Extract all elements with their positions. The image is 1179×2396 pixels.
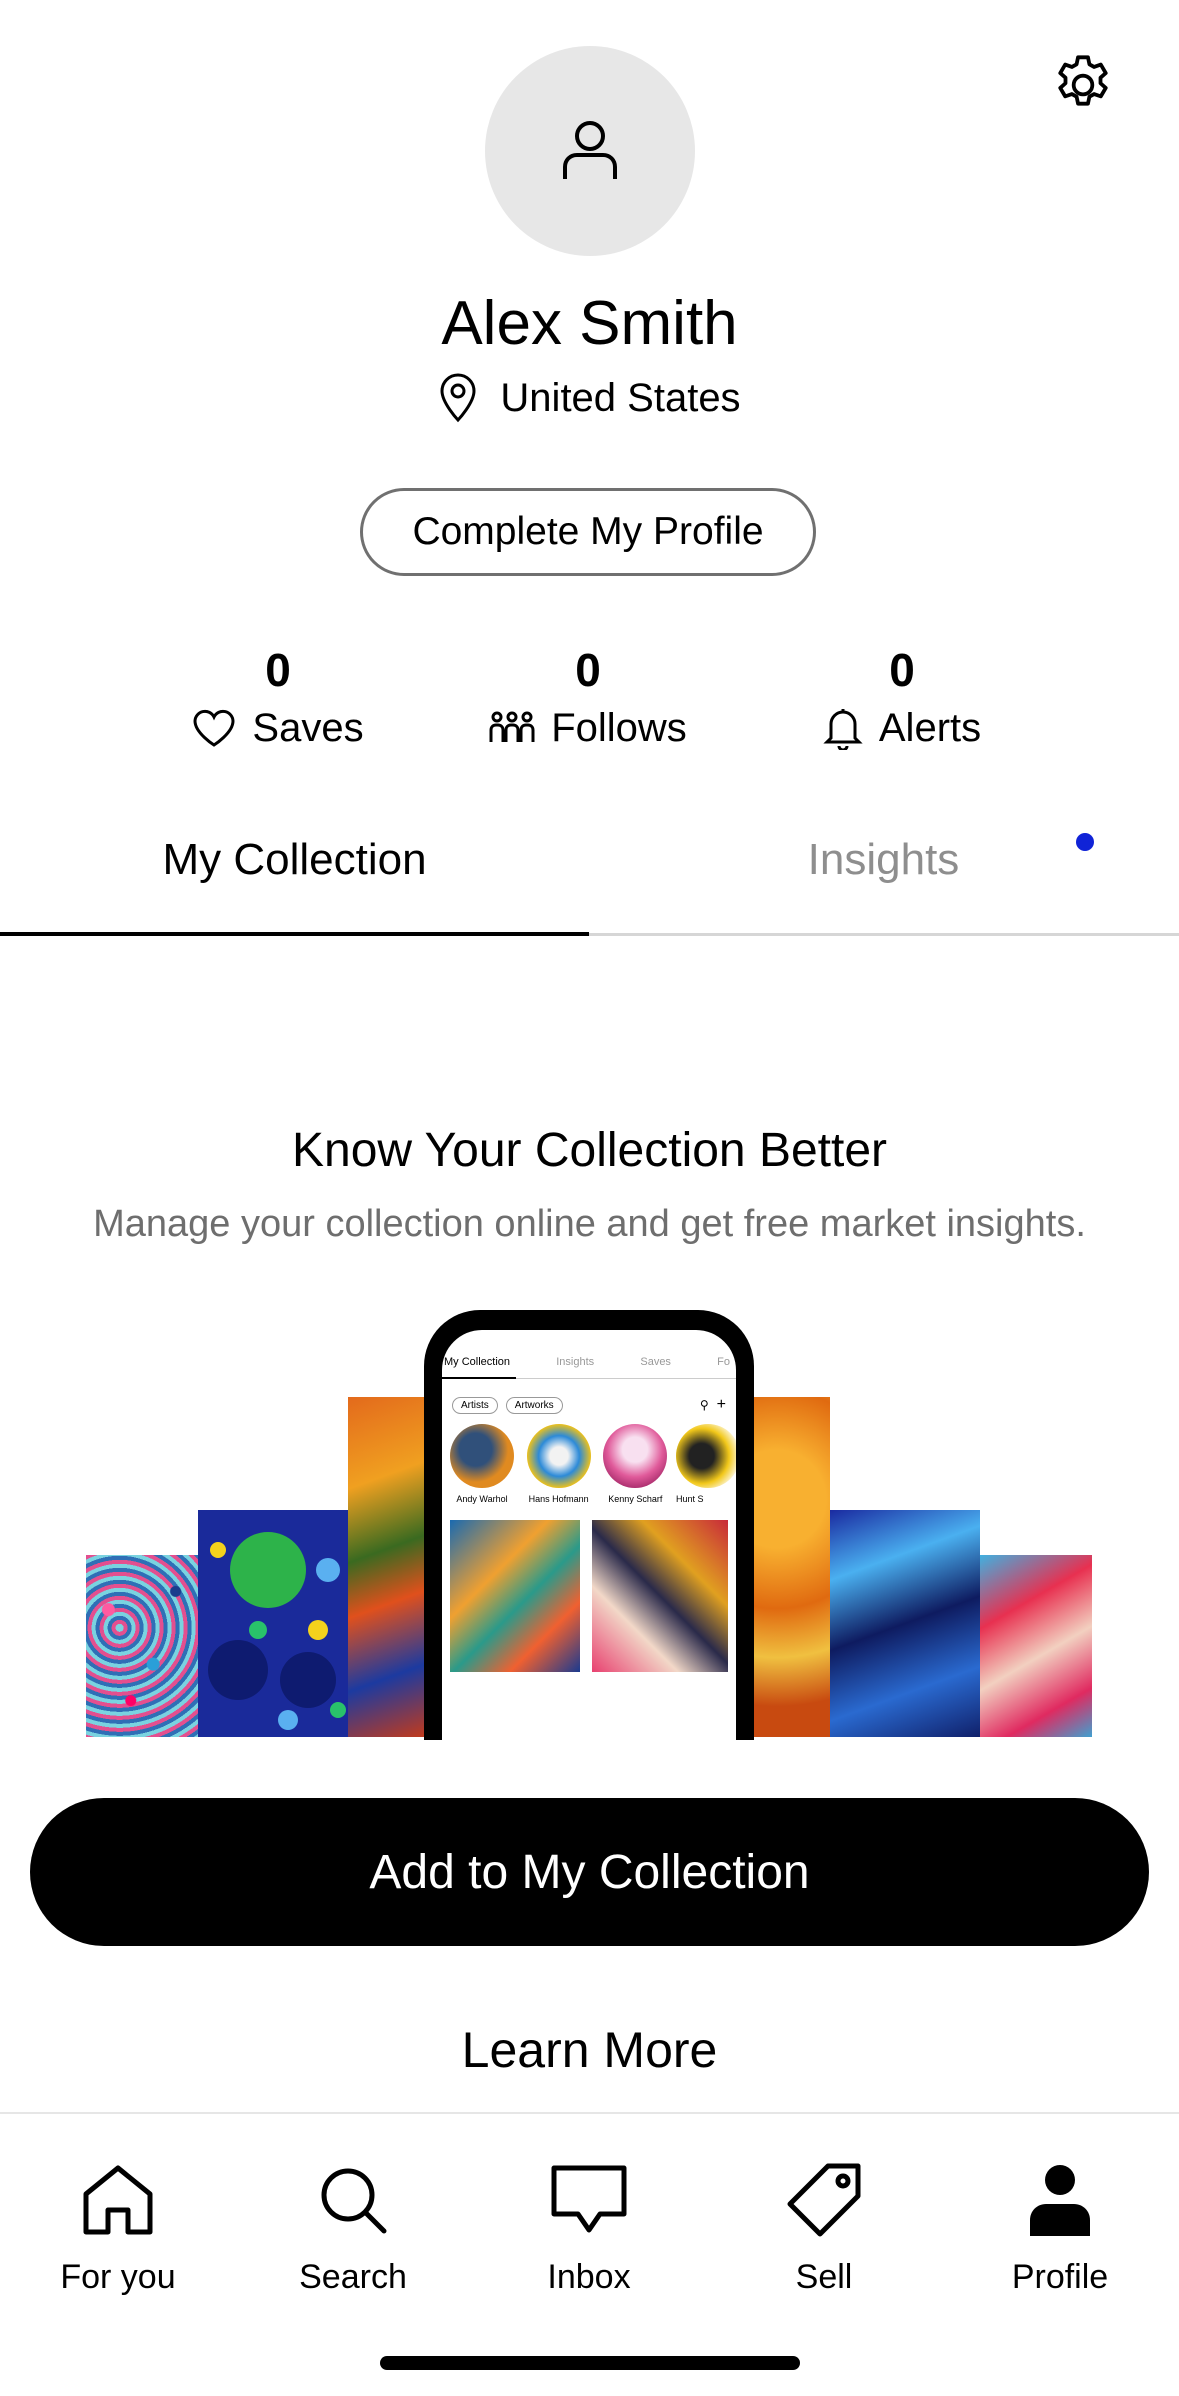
tab-insights[interactable]: Insights — [589, 820, 1178, 900]
preview-artwork — [450, 1520, 581, 1672]
hero-title: Know Your Collection Better — [291, 1124, 888, 1177]
preview-artist: Hunt S — [675, 1424, 736, 1504]
nav-label: Sell — [795, 2258, 853, 2296]
preview-artwork — [592, 1520, 728, 1672]
preview-chip: Artists — [452, 1396, 498, 1414]
stat-alerts[interactable]: 0 Alerts — [772, 640, 1032, 756]
nav-label: For you — [60, 2258, 176, 2296]
home-indicator — [380, 2356, 800, 2370]
complete-profile-button[interactable]: Complete My Profile — [360, 488, 816, 576]
preview-artist: Hans Hofmann — [523, 1424, 595, 1504]
settings-gear-icon[interactable] — [1048, 50, 1118, 120]
nav-label: Search — [299, 2258, 407, 2296]
phone-mockup: My Collection Insights Saves Fo Artists … — [424, 1310, 754, 1740]
artwork-tile — [980, 1555, 1092, 1737]
nav-sell[interactable]: Sell — [724, 2160, 924, 2302]
profile-name: Alex Smith — [441, 289, 738, 358]
nav-label: Inbox — [547, 2258, 631, 2296]
nav-inbox[interactable]: Inbox — [489, 2160, 689, 2302]
alerts-count: 0 — [889, 644, 915, 696]
preview-tab: Saves — [640, 1356, 671, 1368]
preview-tab: Fo — [717, 1356, 730, 1368]
people-icon — [489, 711, 535, 742]
inbox-icon — [551, 2165, 627, 2233]
tab-my-collection[interactable]: My Collection — [0, 820, 589, 900]
heart-icon — [193, 709, 235, 747]
bell-icon — [823, 709, 863, 750]
stat-saves[interactable]: 0 Saves — [148, 640, 408, 756]
nav-profile[interactable]: Profile — [960, 2160, 1160, 2302]
artwork-tile — [348, 1397, 428, 1737]
insights-notification-dot — [1076, 833, 1094, 851]
preview-chip: Artworks — [505, 1396, 563, 1414]
artwork-tile — [754, 1397, 830, 1737]
learn-more-link[interactable]: Learn More — [0, 2012, 1179, 2088]
preview-tab: My Collection — [444, 1356, 511, 1368]
nav-search[interactable]: Search — [253, 2160, 453, 2302]
location-pin-icon — [440, 373, 476, 423]
nav-for-you[interactable]: For you — [18, 2160, 218, 2302]
add-to-collection-button[interactable]: Add to My Collection — [30, 1798, 1149, 1946]
nav-label: Profile — [1011, 2258, 1109, 2296]
artwork-tile — [198, 1510, 350, 1737]
person-icon — [1030, 2165, 1090, 2236]
follows-count: 0 — [575, 644, 601, 696]
artwork-tile — [86, 1555, 198, 1737]
phone-screen: My Collection Insights Saves Fo Artists … — [442, 1330, 736, 1740]
saves-label: Saves — [252, 706, 364, 750]
hero-subtitle: Manage your collection online and get fr… — [93, 1203, 1086, 1245]
profile-location: United States — [0, 368, 1179, 428]
nav-divider — [0, 2112, 1179, 2114]
preview-add-icon: + — [716, 1396, 726, 1413]
tag-icon — [787, 2163, 861, 2237]
preview-artist: Kenny Scharf — [599, 1424, 671, 1504]
saves-count: 0 — [265, 644, 291, 696]
preview-artist: Andy Warhol — [446, 1424, 518, 1504]
avatar[interactable] — [485, 46, 695, 256]
preview-tab: Insights — [556, 1356, 595, 1368]
follows-label: Follows — [551, 706, 687, 750]
location-text: United States — [500, 376, 741, 420]
search-icon — [321, 2168, 387, 2234]
tab-active-indicator — [0, 932, 589, 936]
stat-follows[interactable]: 0 Follows — [458, 640, 718, 756]
artwork-tile — [830, 1510, 980, 1737]
preview-search-icon: ⚲ — [699, 1398, 709, 1412]
alerts-label: Alerts — [878, 706, 982, 750]
home-icon — [83, 2165, 153, 2235]
person-outline-icon — [563, 121, 617, 179]
